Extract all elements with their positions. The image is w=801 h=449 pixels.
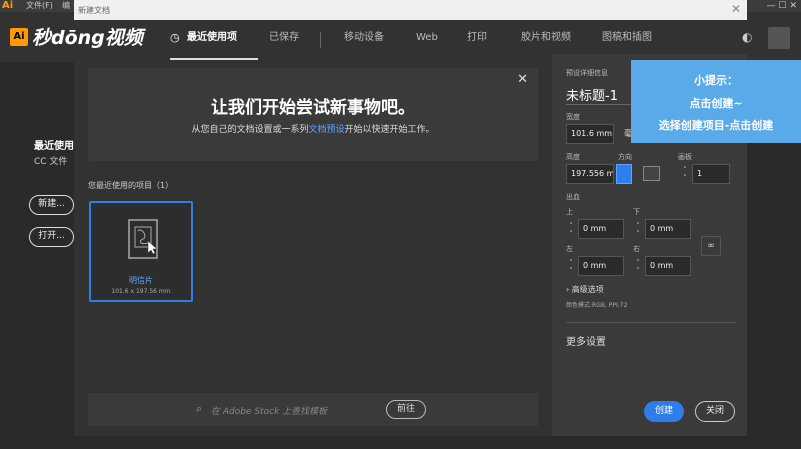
card-size: 101.6 x 197.56 mm	[111, 288, 171, 295]
welcome-banner: 让我们开始尝试新事物吧。 从您自己的文档设置或一系列文档预设开始以快速开始工作。…	[88, 68, 538, 161]
stock-search-input[interactable]: 在 Adobe Stock 上查找模板	[211, 404, 327, 417]
welcome-sub-after: 开始以快速开始工作。	[344, 125, 435, 135]
create-button[interactable]: 创建	[644, 401, 684, 422]
brand-ai-icon: Ai	[10, 28, 28, 46]
divider	[566, 322, 736, 323]
color-mode-info: 颜色模式:RGB, PPI:72	[566, 302, 628, 309]
tab-recent[interactable]: 最近使用项	[187, 20, 237, 56]
open-button[interactable]: 打开...	[29, 227, 74, 247]
menu-file[interactable]: 文件(F)	[26, 0, 53, 12]
bleed-top-stepper[interactable]: ˄ ˅	[567, 222, 575, 238]
advanced-options-toggle[interactable]: › 高级选项	[566, 284, 604, 295]
bleed-top-label: 上	[566, 208, 573, 216]
height-label: 高度	[566, 153, 580, 161]
tab-active-indicator	[170, 58, 258, 60]
advanced-options-label: 高级选项	[571, 285, 604, 294]
bleed-bottom-label: 下	[633, 208, 640, 216]
clock-icon: ◷	[170, 31, 180, 44]
close-icon[interactable]: ✕	[517, 72, 528, 87]
home-sidebar	[0, 62, 74, 449]
more-settings-link[interactable]: 更多设置	[566, 333, 606, 348]
width-label: 宽度	[566, 113, 580, 121]
tip-line-1: 小提示：	[694, 74, 738, 87]
recent-item-card[interactable]: 明信片 101.6 x 197.56 mm	[89, 201, 193, 302]
tip-line-3: 选择创建项目-点击创建	[658, 119, 774, 132]
dialog-bottom	[74, 436, 747, 449]
new-button[interactable]: 新建...	[29, 195, 74, 215]
tab-print[interactable]: 打印	[467, 20, 487, 56]
brand-watermark: Ai 秒dōng视频	[10, 26, 150, 50]
preset-details-label: 预设详细信息	[566, 69, 608, 77]
bleed-right-field[interactable]: 0 mm	[645, 256, 691, 276]
tab-web[interactable]: Web	[416, 20, 438, 56]
avatar[interactable]	[768, 27, 790, 49]
document-title-input[interactable]: 未标题-1	[566, 85, 618, 104]
artboard-field[interactable]: 1	[692, 164, 730, 184]
bleed-right-label: 右	[633, 245, 640, 253]
menu-edit[interactable]: 编	[62, 0, 70, 12]
dialog-titlebar: 新建文档 ✕	[74, 0, 747, 20]
portrait-orientation-icon[interactable]	[616, 164, 632, 184]
width-field[interactable]: 101.6 mm	[566, 124, 614, 144]
bleed-left-field[interactable]: 0 mm	[578, 256, 624, 276]
dialog-close-icon[interactable]: ✕	[731, 2, 741, 16]
bleed-top-field[interactable]: 0 mm	[578, 219, 624, 239]
bleed-label: 出血	[566, 193, 580, 201]
bleed-left-label: 左	[566, 245, 573, 253]
tab-film-video[interactable]: 胶片和视频	[521, 20, 571, 56]
welcome-subtext: 从您自己的文档设置或一系列文档预设开始以快速开始工作。	[88, 122, 538, 135]
stock-search-bar: ⌕ 在 Adobe Stock 上查找模板 前往	[88, 393, 538, 426]
tab-saved[interactable]: 已保存	[269, 20, 299, 56]
bleed-bottom-field[interactable]: 0 mm	[645, 219, 691, 239]
landscape-orientation-icon[interactable]	[643, 166, 660, 181]
tab-mobile[interactable]: 移动设备	[344, 20, 384, 56]
document-icon	[128, 219, 158, 259]
home-cc-files[interactable]: CC 文件	[34, 154, 67, 167]
close-button[interactable]: 关闭	[695, 401, 735, 422]
link-icon[interactable]: ∞	[701, 236, 721, 256]
artboard-stepper[interactable]: ˄ ˅	[681, 166, 689, 182]
search-icon: ⌕	[196, 402, 203, 415]
tip-line-2: 点击创建~	[689, 97, 743, 110]
ai-logo: Ai	[2, 0, 14, 11]
welcome-heading: 让我们开始尝试新事物吧。	[211, 98, 415, 118]
bleed-right-stepper[interactable]: ˄ ˅	[634, 259, 642, 275]
welcome-sub-before: 从您自己的文档设置或一系列	[191, 125, 309, 135]
artboard-label: 画板	[678, 153, 692, 161]
tab-art-illustration[interactable]: 图稿和插图	[602, 20, 652, 56]
dialog-title: 新建文档	[78, 6, 110, 15]
brand-text: 秒dōng视频	[32, 27, 143, 49]
orientation-label: 方向	[618, 153, 632, 161]
height-field[interactable]: 197.556 mm	[566, 164, 614, 184]
card-name: 明信片	[129, 276, 153, 285]
bleed-bottom-stepper[interactable]: ˄ ˅	[634, 222, 642, 238]
go-button[interactable]: 前往	[386, 400, 426, 419]
tab-divider	[320, 32, 321, 48]
window-controls[interactable]: — ☐ ✕	[767, 0, 797, 12]
presets-link[interactable]: 文档预设	[308, 125, 344, 135]
tip-overlay: 小提示： 点击创建~ 选择创建项目-点击创建	[631, 60, 801, 143]
recent-items-label: 您最近使用的项目（1）	[88, 181, 174, 190]
home-recent-label[interactable]: 最近使用	[34, 137, 74, 152]
bleed-left-stepper[interactable]: ˄ ˅	[567, 259, 575, 275]
